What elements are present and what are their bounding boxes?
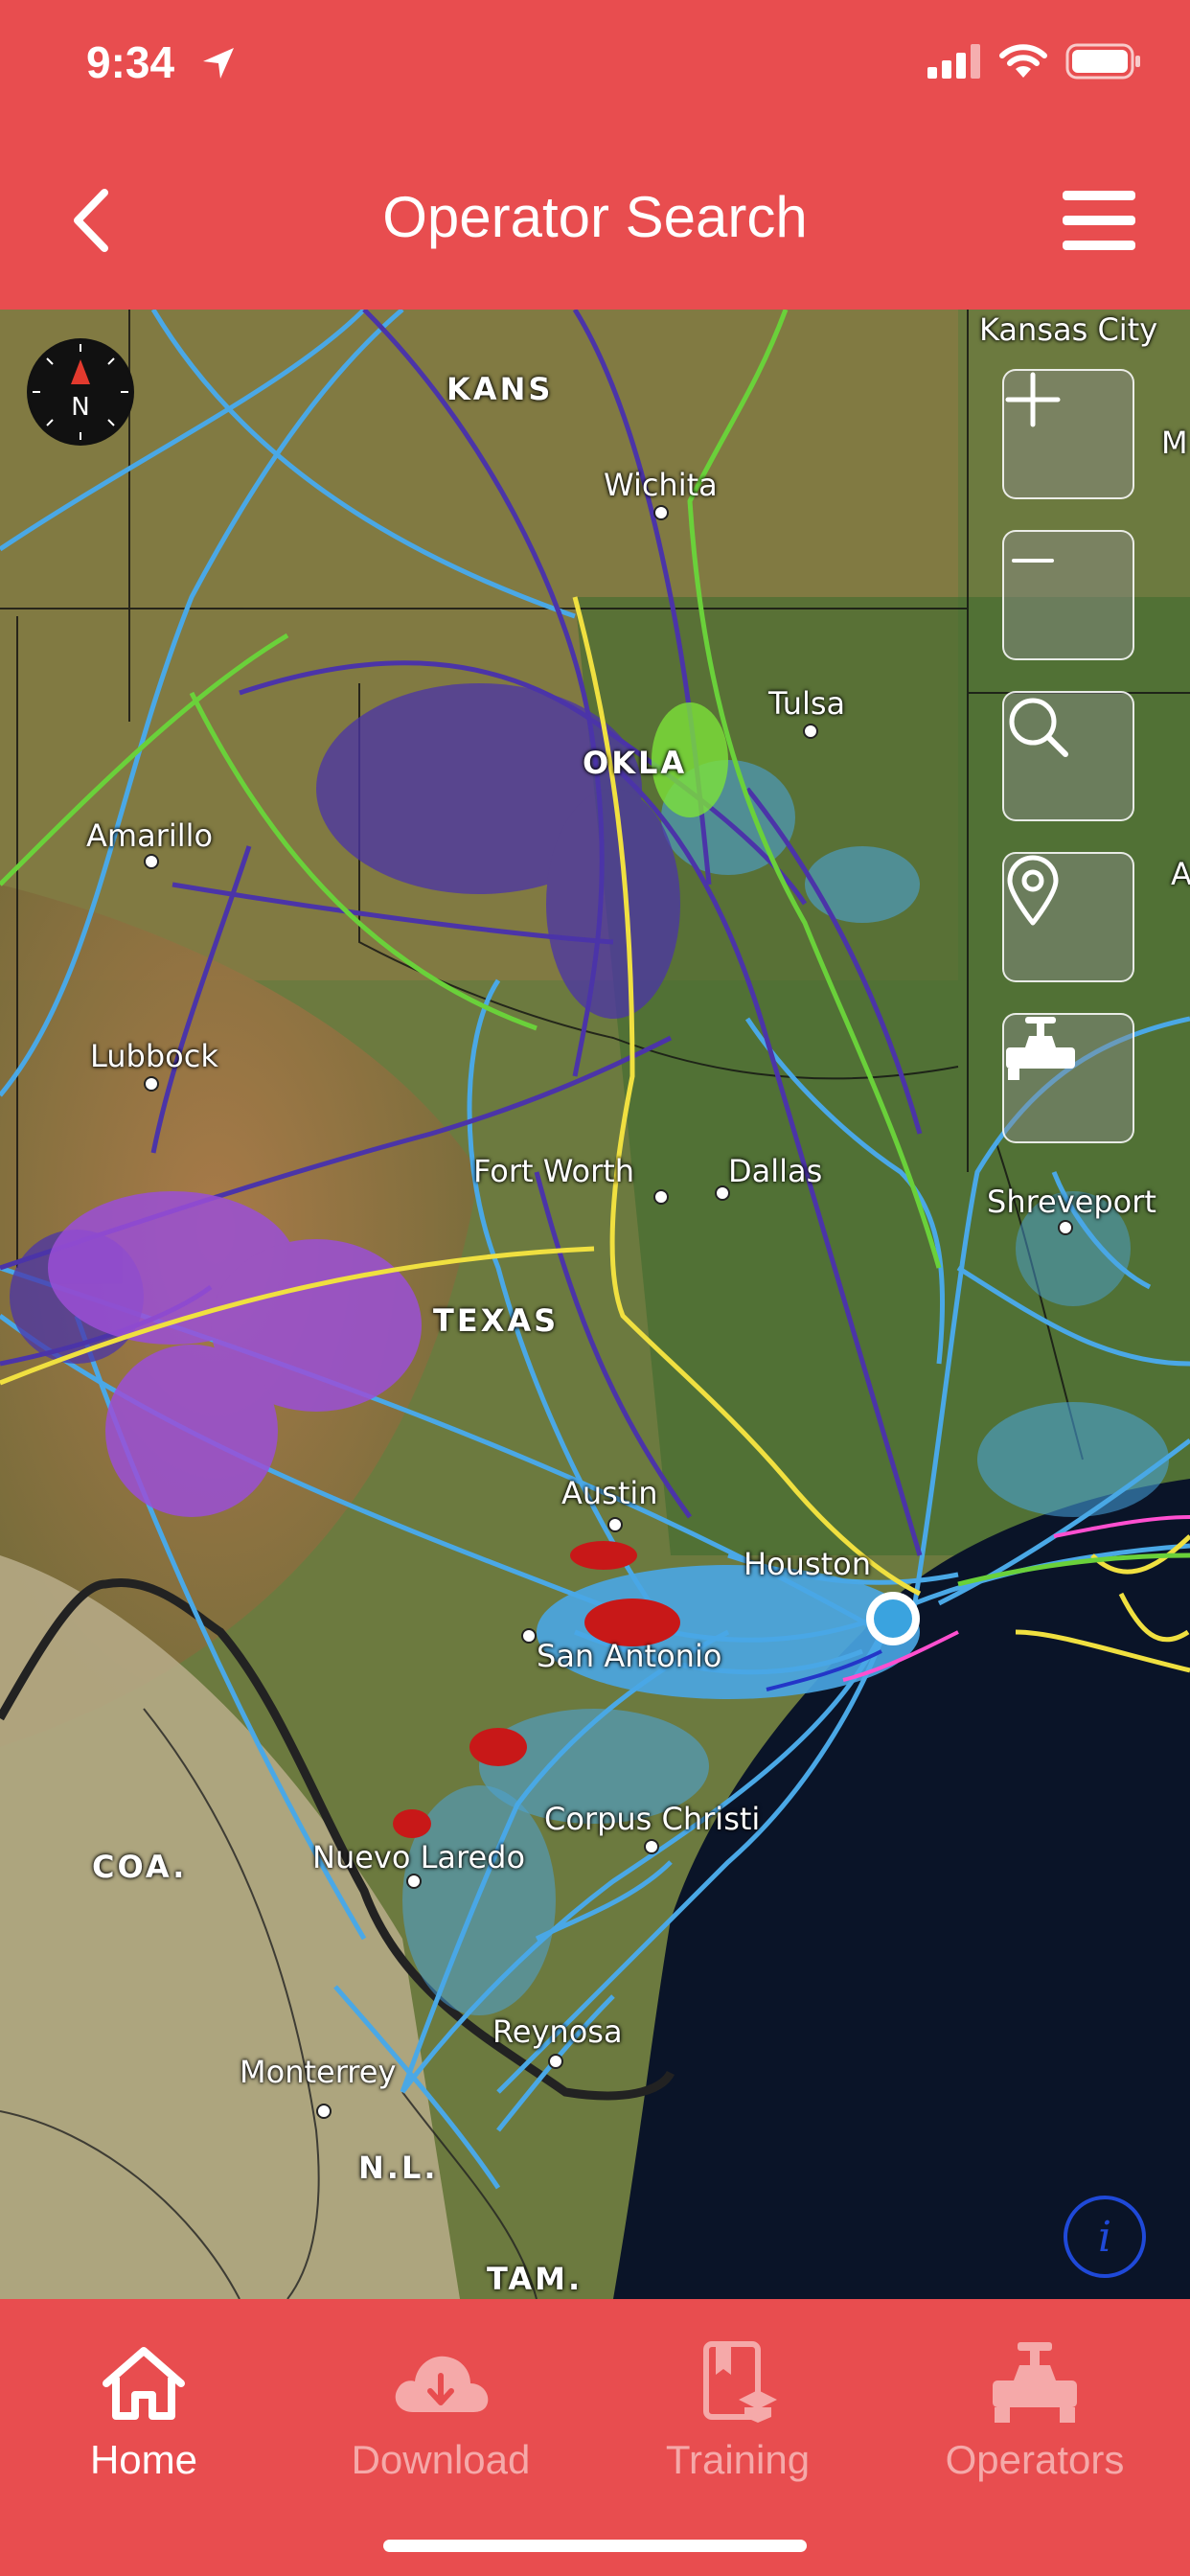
tab-training-label: Training: [665, 2437, 811, 2482]
training-book-icon: [703, 2341, 777, 2423]
nav-bar: Operator Search: [0, 134, 1190, 310]
label-nuevo-laredo: Nuevo Laredo: [312, 1839, 526, 1875]
cellular-signal-icon: [927, 44, 980, 79]
cloud-download-icon: [395, 2356, 489, 2412]
tab-training[interactable]: Training: [594, 2337, 881, 2500]
city-dot-monterrey: [316, 2104, 332, 2119]
city-dot-corpus-christi: [644, 1839, 659, 1854]
tab-operators-label: Operators: [945, 2437, 1125, 2482]
tab-download-label: Download: [351, 2437, 531, 2482]
label-okla: OKLA: [583, 745, 688, 781]
compass-button[interactable]: N: [27, 338, 134, 446]
zoom-in-button[interactable]: [1002, 369, 1134, 499]
city-dot-san-antonio: [521, 1628, 537, 1644]
label-shreveport: Shreveport: [987, 1184, 1156, 1220]
search-icon: [1009, 698, 1068, 757]
home-indicator: [383, 2540, 807, 2552]
city-dot-austin: [607, 1517, 623, 1532]
city-dot-wichita: [653, 505, 669, 520]
compass-icon: N: [29, 340, 132, 444]
current-location-marker[interactable]: [862, 1588, 924, 1649]
label-houston: Houston: [744, 1546, 871, 1582]
city-dot-fort-worth: [653, 1189, 669, 1205]
label-kansas: KANS: [446, 371, 554, 407]
map-view[interactable]: Kansas City M A KANS Wichita Tulsa OKLA …: [0, 310, 1190, 2299]
menu-button[interactable]: [1056, 182, 1142, 259]
tab-home[interactable]: Home: [0, 2337, 287, 2500]
home-icon: [103, 2347, 185, 2420]
plus-icon: [1005, 372, 1061, 427]
tab-download[interactable]: Download: [297, 2337, 584, 2500]
label-dallas: Dallas: [728, 1153, 823, 1189]
tab-home-label: Home: [89, 2437, 198, 2482]
city-dot-amarillo: [144, 854, 159, 869]
page-title: Operator Search: [382, 185, 808, 249]
zoom-out-button[interactable]: [1002, 530, 1134, 660]
map-pin-icon: [1007, 855, 1059, 926]
label-nl: N.L.: [358, 2150, 439, 2186]
label-austin: Austin: [561, 1475, 658, 1511]
label-lubbock: Lubbock: [90, 1038, 218, 1074]
label-monterrey: Monterrey: [240, 2054, 397, 2090]
city-dot-reynosa: [548, 2054, 563, 2069]
wifi-icon: [999, 44, 1047, 78]
search-button[interactable]: [1002, 691, 1134, 821]
label-texas: TEXAS: [433, 1302, 560, 1339]
label-tulsa: Tulsa: [768, 685, 846, 722]
label-wichita: Wichita: [604, 467, 718, 503]
city-dot-lubbock: [144, 1076, 159, 1092]
pipeline-layer-button[interactable]: [1002, 1013, 1134, 1143]
status-icons: [927, 43, 1142, 80]
tab-bar: Home Download Training Operators: [0, 2299, 1190, 2576]
hamburger-menu-icon: [1063, 191, 1135, 250]
city-dot-nuevo-laredo: [406, 1874, 422, 1889]
pipeline-valve-icon: [1006, 1017, 1075, 1080]
label-coa: COA.: [92, 1849, 188, 1885]
city-dot-tulsa: [803, 724, 818, 739]
battery-icon: [1065, 43, 1140, 80]
info-button[interactable]: i: [1064, 2196, 1146, 2278]
label-edge-m: M: [1161, 425, 1188, 461]
label-fort-worth: Fort Worth: [473, 1153, 635, 1189]
label-kansas-city: Kansas City: [979, 311, 1158, 348]
location-button[interactable]: [1002, 852, 1134, 982]
compass-letter: N: [71, 393, 89, 422]
label-reynosa: Reynosa: [492, 2013, 623, 2050]
label-corpus-christi: Corpus Christi: [544, 1801, 761, 1837]
status-time: 9:34: [86, 37, 175, 87]
location-arrow-icon: [203, 48, 234, 79]
pipeline-valve-icon: [993, 2342, 1077, 2423]
tab-operators[interactable]: Operators: [891, 2337, 1179, 2500]
city-dot-shreveport: [1058, 1220, 1073, 1235]
label-san-antonio: San Antonio: [537, 1638, 722, 1674]
label-edge-a: A: [1171, 856, 1190, 892]
label-tam: TAM.: [487, 2261, 584, 2297]
status-bar: 9:34: [0, 0, 1190, 134]
city-dot-dallas: [715, 1185, 730, 1201]
label-amarillo: Amarillo: [86, 817, 214, 854]
minus-icon: [1012, 559, 1054, 563]
